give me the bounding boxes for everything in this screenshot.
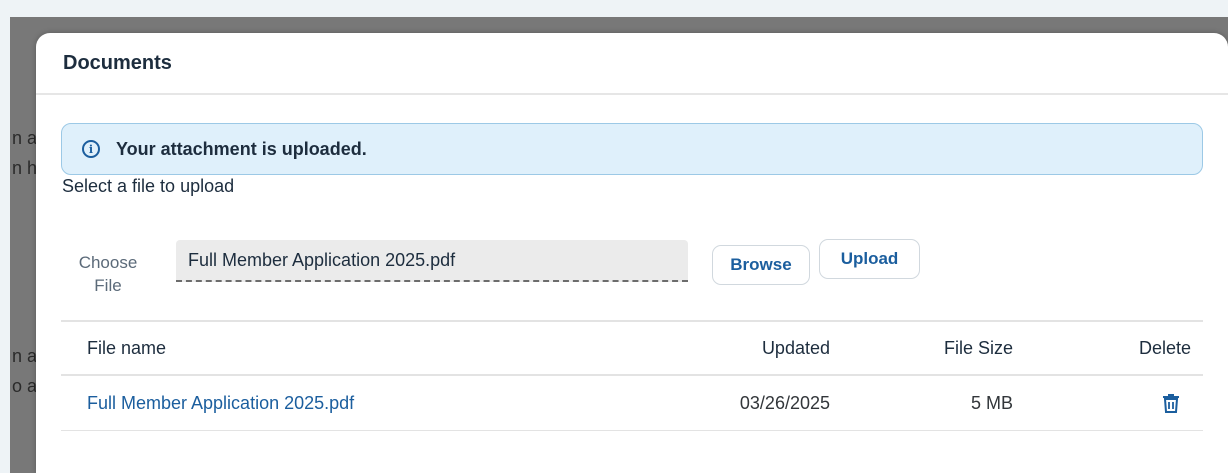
background-text-fragment: n h <box>12 158 38 178</box>
info-icon: i <box>82 140 100 158</box>
file-path-input[interactable]: Full Member Application 2025.pdf <box>176 240 688 282</box>
browse-button[interactable]: Browse <box>712 245 810 285</box>
upload-button[interactable]: Upload <box>819 239 920 279</box>
message-text: Your attachment is uploaded. <box>116 138 367 159</box>
column-header-file-name[interactable]: File name <box>87 322 166 374</box>
table-header: File name Updated File Size Delete <box>61 320 1203 376</box>
table-row: Full Member Application 2025.pdf 03/26/2… <box>61 376 1203 431</box>
column-header-updated[interactable]: Updated <box>762 322 830 374</box>
background-text-fragment: o a <box>12 376 38 396</box>
documents-table: File name Updated File Size Delete Full … <box>61 320 1203 431</box>
column-header-file-size[interactable]: File Size <box>944 322 1013 374</box>
background-text-fragment: n a <box>12 346 38 366</box>
dialog-header: Documents <box>36 33 1228 95</box>
choose-file-label: Choose File <box>78 253 138 295</box>
file-name-link[interactable]: Full Member Application 2025.pdf <box>87 376 354 430</box>
trash-icon[interactable] <box>1161 392 1181 414</box>
delete-button[interactable] <box>1161 376 1181 430</box>
column-header-delete: Delete <box>1138 337 1191 358</box>
success-message-strip: i Your attachment is uploaded. <box>61 123 1203 175</box>
updated-date: 03/26/2025 <box>739 392 830 413</box>
documents-dialog: Documents i Your attachment is uploaded.… <box>36 33 1228 473</box>
dialog-title: Documents <box>63 51 172 74</box>
background-text-fragment: n a <box>12 128 38 148</box>
file-size: 5 MB <box>970 392 1013 413</box>
upload-prompt: Select a file to upload <box>62 176 235 196</box>
